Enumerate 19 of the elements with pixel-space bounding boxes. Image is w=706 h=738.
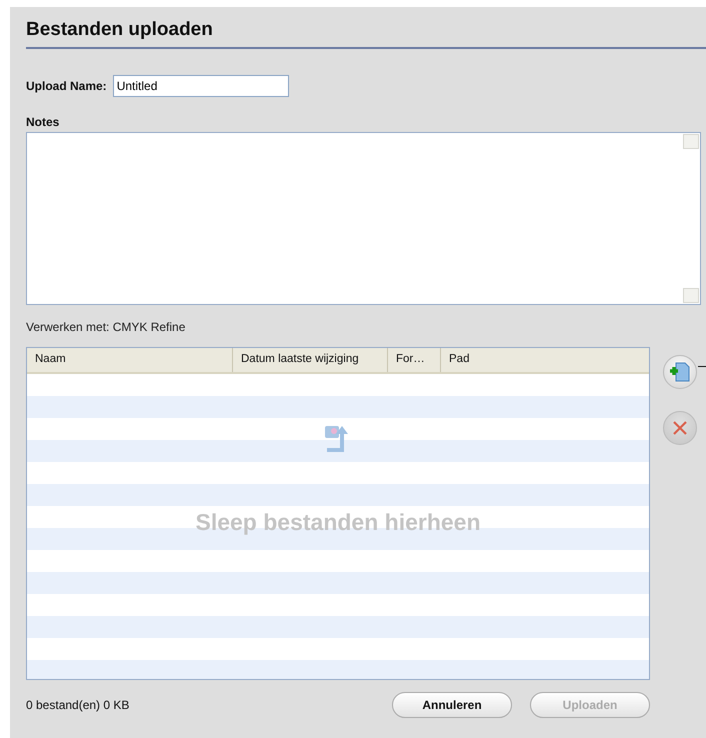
upload-arrow-icon	[325, 424, 351, 454]
drop-hint: Sleep bestanden hierheen	[195, 509, 481, 536]
process-label: Verwerken met: CMYK Refine	[26, 320, 186, 334]
notes-field[interactable]	[26, 132, 701, 305]
remove-button[interactable]	[663, 411, 697, 445]
column-header[interactable]: Datum laatste wijziging	[233, 348, 388, 372]
column-header[interactable]: Naam	[27, 348, 233, 372]
scrollbar[interactable]	[683, 134, 699, 303]
column-header[interactable]: For…	[388, 348, 441, 372]
file-count: 0 bestand(en) 0 KB	[26, 698, 130, 712]
action-button[interactable]: Annuleren	[392, 692, 512, 718]
dialog-title: Bestanden uploaden	[26, 17, 706, 49]
name-field[interactable]: Untitled	[112, 75, 289, 97]
field-label: Upload Name:	[26, 79, 107, 93]
column-header[interactable]: Pad	[441, 348, 649, 372]
add-file-icon	[670, 361, 690, 383]
close-icon	[672, 420, 688, 436]
field-label: Notes	[26, 115, 60, 129]
add-file-button[interactable]	[663, 355, 697, 389]
